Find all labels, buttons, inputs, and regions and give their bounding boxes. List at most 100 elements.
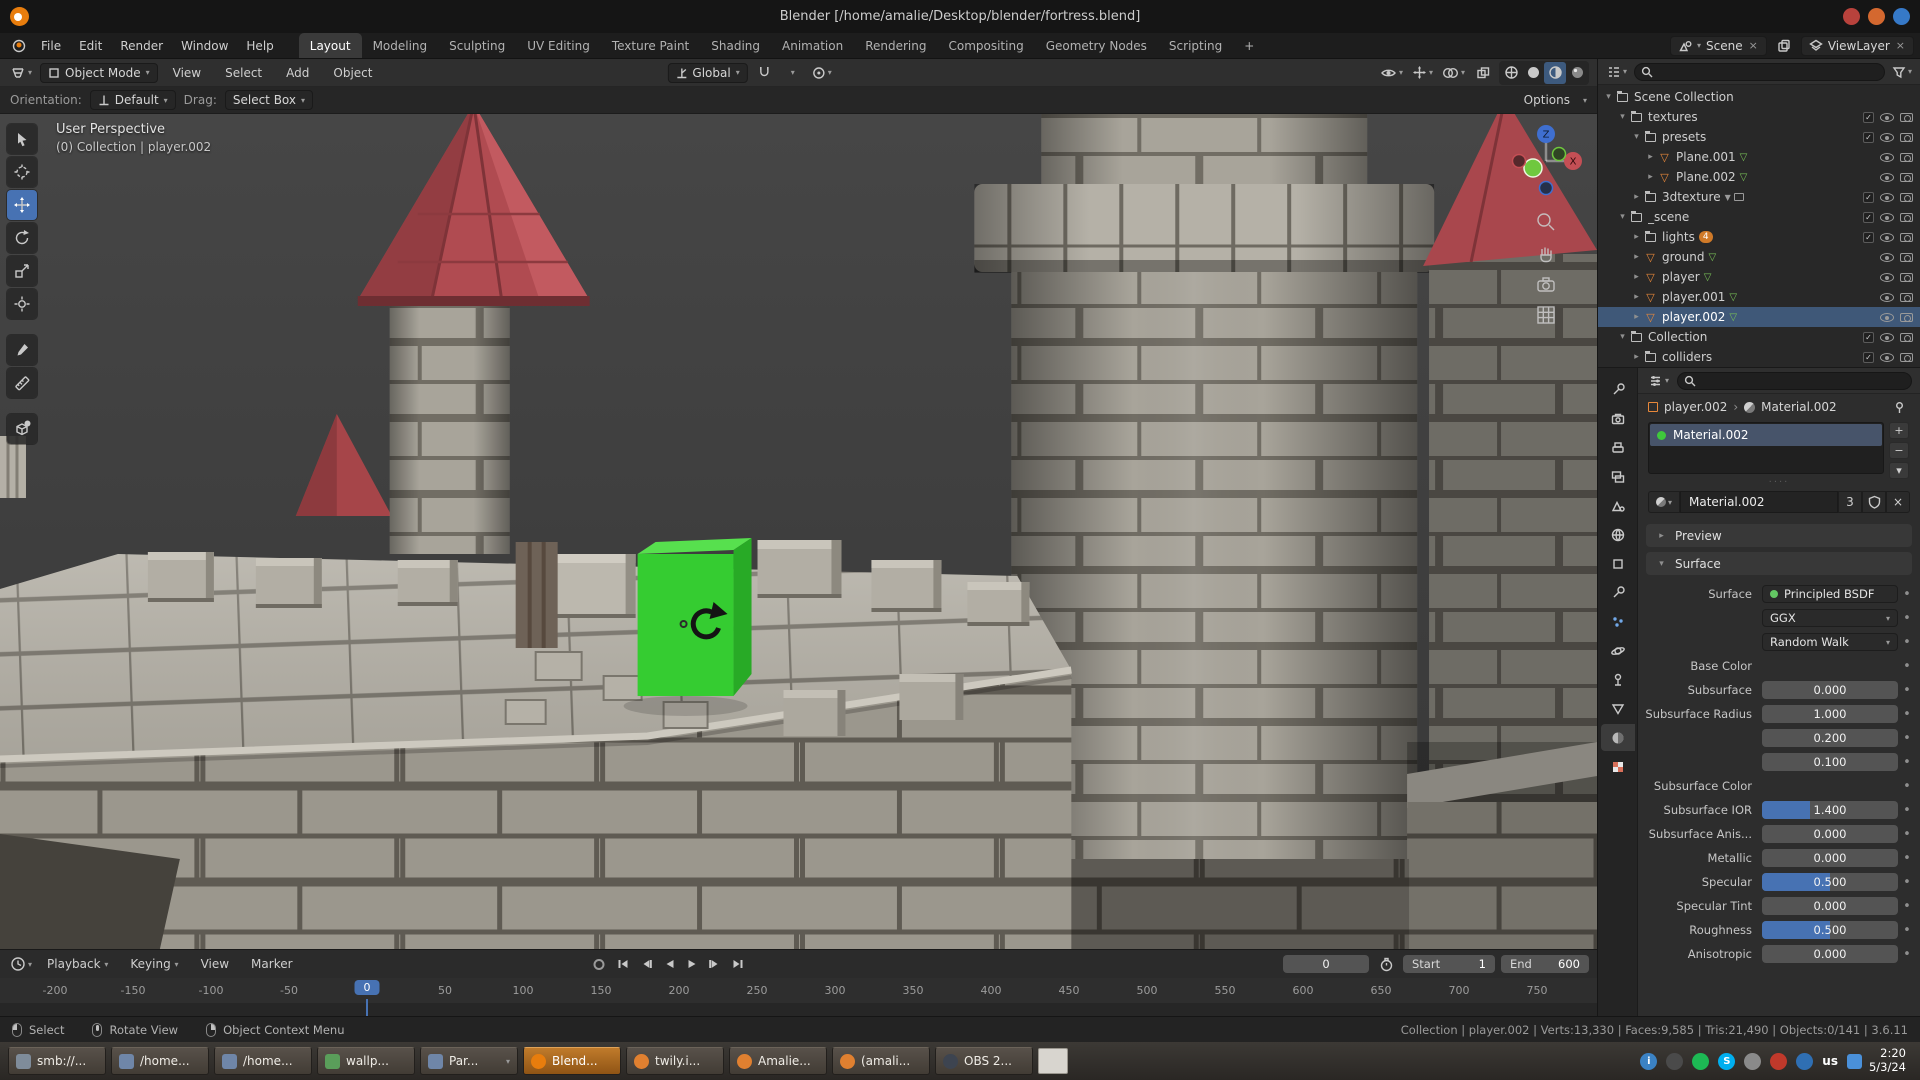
titlebar-badge-orange[interactable] [1868, 8, 1885, 25]
specular-tint-slider[interactable]: 0.000 [1762, 897, 1898, 915]
playhead[interactable]: 0 [355, 980, 380, 995]
eye-icon[interactable] [1880, 253, 1894, 262]
tool-rotate[interactable] [7, 223, 37, 253]
tab-scene[interactable] [1601, 492, 1635, 519]
tab-view-layer[interactable] [1601, 463, 1635, 490]
timeline-ruler[interactable]: -200 -150 -100 -50 0 50 100 150 200 250 … [0, 978, 1597, 1016]
eye-icon[interactable] [1880, 313, 1894, 322]
titlebar-badge-blue[interactable] [1893, 8, 1910, 25]
checkbox-icon[interactable]: ✓ [1863, 332, 1874, 343]
subsurface-method-dropdown[interactable]: Random Walk▾ [1762, 633, 1898, 651]
subsurface-anisotropy-slider[interactable]: 0.000 [1762, 825, 1898, 843]
visibility-dropdown[interactable]: ▾ [1378, 62, 1405, 84]
disclosure-icon[interactable]: ▸ [1630, 252, 1643, 262]
gizmo-y-axis[interactable] [1524, 159, 1542, 177]
checkbox-icon[interactable]: ✓ [1863, 112, 1874, 123]
add-slot-button[interactable]: + [1889, 422, 1909, 439]
outliner-row[interactable]: ▾ textures ✓ [1598, 107, 1920, 127]
eye-icon[interactable] [1880, 113, 1894, 122]
surface-shader-menu[interactable]: Principled BSDF [1762, 585, 1898, 603]
camera-icon[interactable] [1900, 233, 1913, 242]
scene-browse-icon[interactable]: ▾ [1697, 41, 1701, 50]
animate-dot[interactable]: • [1898, 635, 1916, 650]
play-icon[interactable] [682, 954, 702, 974]
slot-specials-button[interactable]: ▾ [1889, 462, 1909, 479]
proportional-editing-icon[interactable]: ▾ [810, 62, 834, 84]
preview-section-header[interactable]: ▸ Preview [1646, 524, 1912, 547]
scene-unlink-icon[interactable]: × [1748, 39, 1759, 52]
keyboard-layout-indicator[interactable]: us [1822, 1054, 1838, 1068]
outliner-row[interactable]: ▸ ▽ player ▽ [1598, 267, 1920, 287]
gizmos-toggle-icon[interactable]: ▾ [1410, 62, 1435, 84]
eye-icon[interactable] [1880, 273, 1894, 282]
remove-slot-button[interactable]: − [1889, 442, 1909, 459]
view-layer-unlink-icon[interactable]: × [1895, 39, 1906, 52]
eye-icon[interactable] [1880, 333, 1894, 342]
eye-icon[interactable] [1880, 153, 1894, 162]
prev-keyframe-icon[interactable] [636, 954, 656, 974]
menu-marker[interactable]: Marker [242, 957, 301, 971]
disclosure-icon[interactable]: ▸ [1630, 292, 1643, 302]
outliner-row[interactable]: ▸ ▽ Plane.002 ▽ [1598, 167, 1920, 187]
menu-window[interactable]: Window [172, 33, 237, 58]
breadcrumb-object[interactable]: player.002 [1664, 400, 1727, 414]
outliner-row[interactable]: ▾ Collection ✓ [1598, 327, 1920, 347]
camera-icon[interactable] [1900, 173, 1913, 182]
jump-to-start-icon[interactable] [613, 954, 633, 974]
gizmo-neg-x-axis[interactable] [1513, 155, 1526, 168]
unlink-material-icon[interactable]: × [1886, 491, 1910, 513]
timeline-editor-type-icon[interactable]: ▾ [8, 953, 34, 975]
menu-add[interactable]: Add [277, 66, 318, 80]
camera-icon[interactable] [1900, 273, 1913, 282]
current-frame-field[interactable]: 0 [1283, 955, 1369, 973]
menu-timeline-view[interactable]: View [192, 957, 238, 971]
menu-edit[interactable]: Edit [70, 33, 111, 58]
taskbar-window-amali[interactable]: (amali... [832, 1047, 930, 1075]
tool-select-box[interactable] [7, 124, 37, 154]
animate-dot[interactable]: • [1898, 875, 1916, 890]
outliner-row[interactable]: ▸ ▽ ground ▽ [1598, 247, 1920, 267]
checkbox-icon[interactable]: ✓ [1863, 212, 1874, 223]
animate-dot[interactable]: • [1898, 587, 1916, 602]
overlays-toggle-icon[interactable]: ▾ [1440, 62, 1467, 84]
camera-icon[interactable] [1900, 153, 1913, 162]
disclosure-icon[interactable]: ▸ [1630, 232, 1643, 242]
tray-icon-spotify[interactable] [1692, 1053, 1709, 1070]
tool-add-cube[interactable] [7, 414, 37, 444]
menu-file[interactable]: File [32, 33, 70, 58]
shading-solid-icon[interactable] [1522, 62, 1544, 84]
pan-hand-icon[interactable] [1533, 240, 1559, 266]
tab-animation[interactable]: Animation [771, 33, 854, 58]
disclosure-icon[interactable]: ▸ [1630, 312, 1643, 322]
tab-object[interactable] [1601, 550, 1635, 577]
ortho-grid-icon[interactable] [1533, 302, 1559, 328]
camera-icon[interactable] [1900, 353, 1913, 362]
scene-selector[interactable]: ▾ Scene × [1670, 36, 1767, 56]
outliner-row[interactable]: ▸ ▽ player.001 ▽ [1598, 287, 1920, 307]
tab-rendering[interactable]: Rendering [854, 33, 937, 58]
animate-dot[interactable]: • [1898, 947, 1916, 962]
animate-dot[interactable]: • [1898, 851, 1916, 866]
tab-world[interactable] [1601, 521, 1635, 548]
editor-type-icon[interactable]: ▾ [8, 62, 34, 84]
menu-object[interactable]: Object [324, 66, 381, 80]
list-resize-grip[interactable]: ···· [1638, 479, 1920, 489]
material-users-count[interactable]: 3 [1838, 491, 1862, 513]
animate-dot[interactable]: • [1898, 707, 1916, 722]
camera-icon[interactable] [1900, 213, 1913, 222]
tray-icon-skype[interactable]: S [1718, 1053, 1735, 1070]
tab-layout[interactable]: Layout [299, 33, 362, 58]
subsurface-radius-slider[interactable]: 1.000 [1762, 705, 1898, 723]
tab-compositing[interactable]: Compositing [937, 33, 1034, 58]
taskbar-window-wallpaper[interactable]: wallp... [317, 1047, 415, 1075]
new-scene-button[interactable] [1773, 35, 1795, 57]
frame-start-field[interactable]: Start1 [1403, 955, 1495, 973]
tool-measure[interactable] [7, 368, 37, 398]
material-slot-list[interactable]: Material.002 [1648, 422, 1884, 474]
tab-constraints[interactable] [1601, 666, 1635, 693]
anisotropic-slider[interactable]: 0.000 [1762, 945, 1898, 963]
outliner-row[interactable]: ▸ colliders ✓ [1598, 347, 1920, 367]
animate-dot[interactable]: • [1898, 779, 1916, 794]
disclosure-icon[interactable]: ▸ [1630, 352, 1643, 362]
disclosure-icon[interactable]: ▸ [1644, 152, 1657, 162]
